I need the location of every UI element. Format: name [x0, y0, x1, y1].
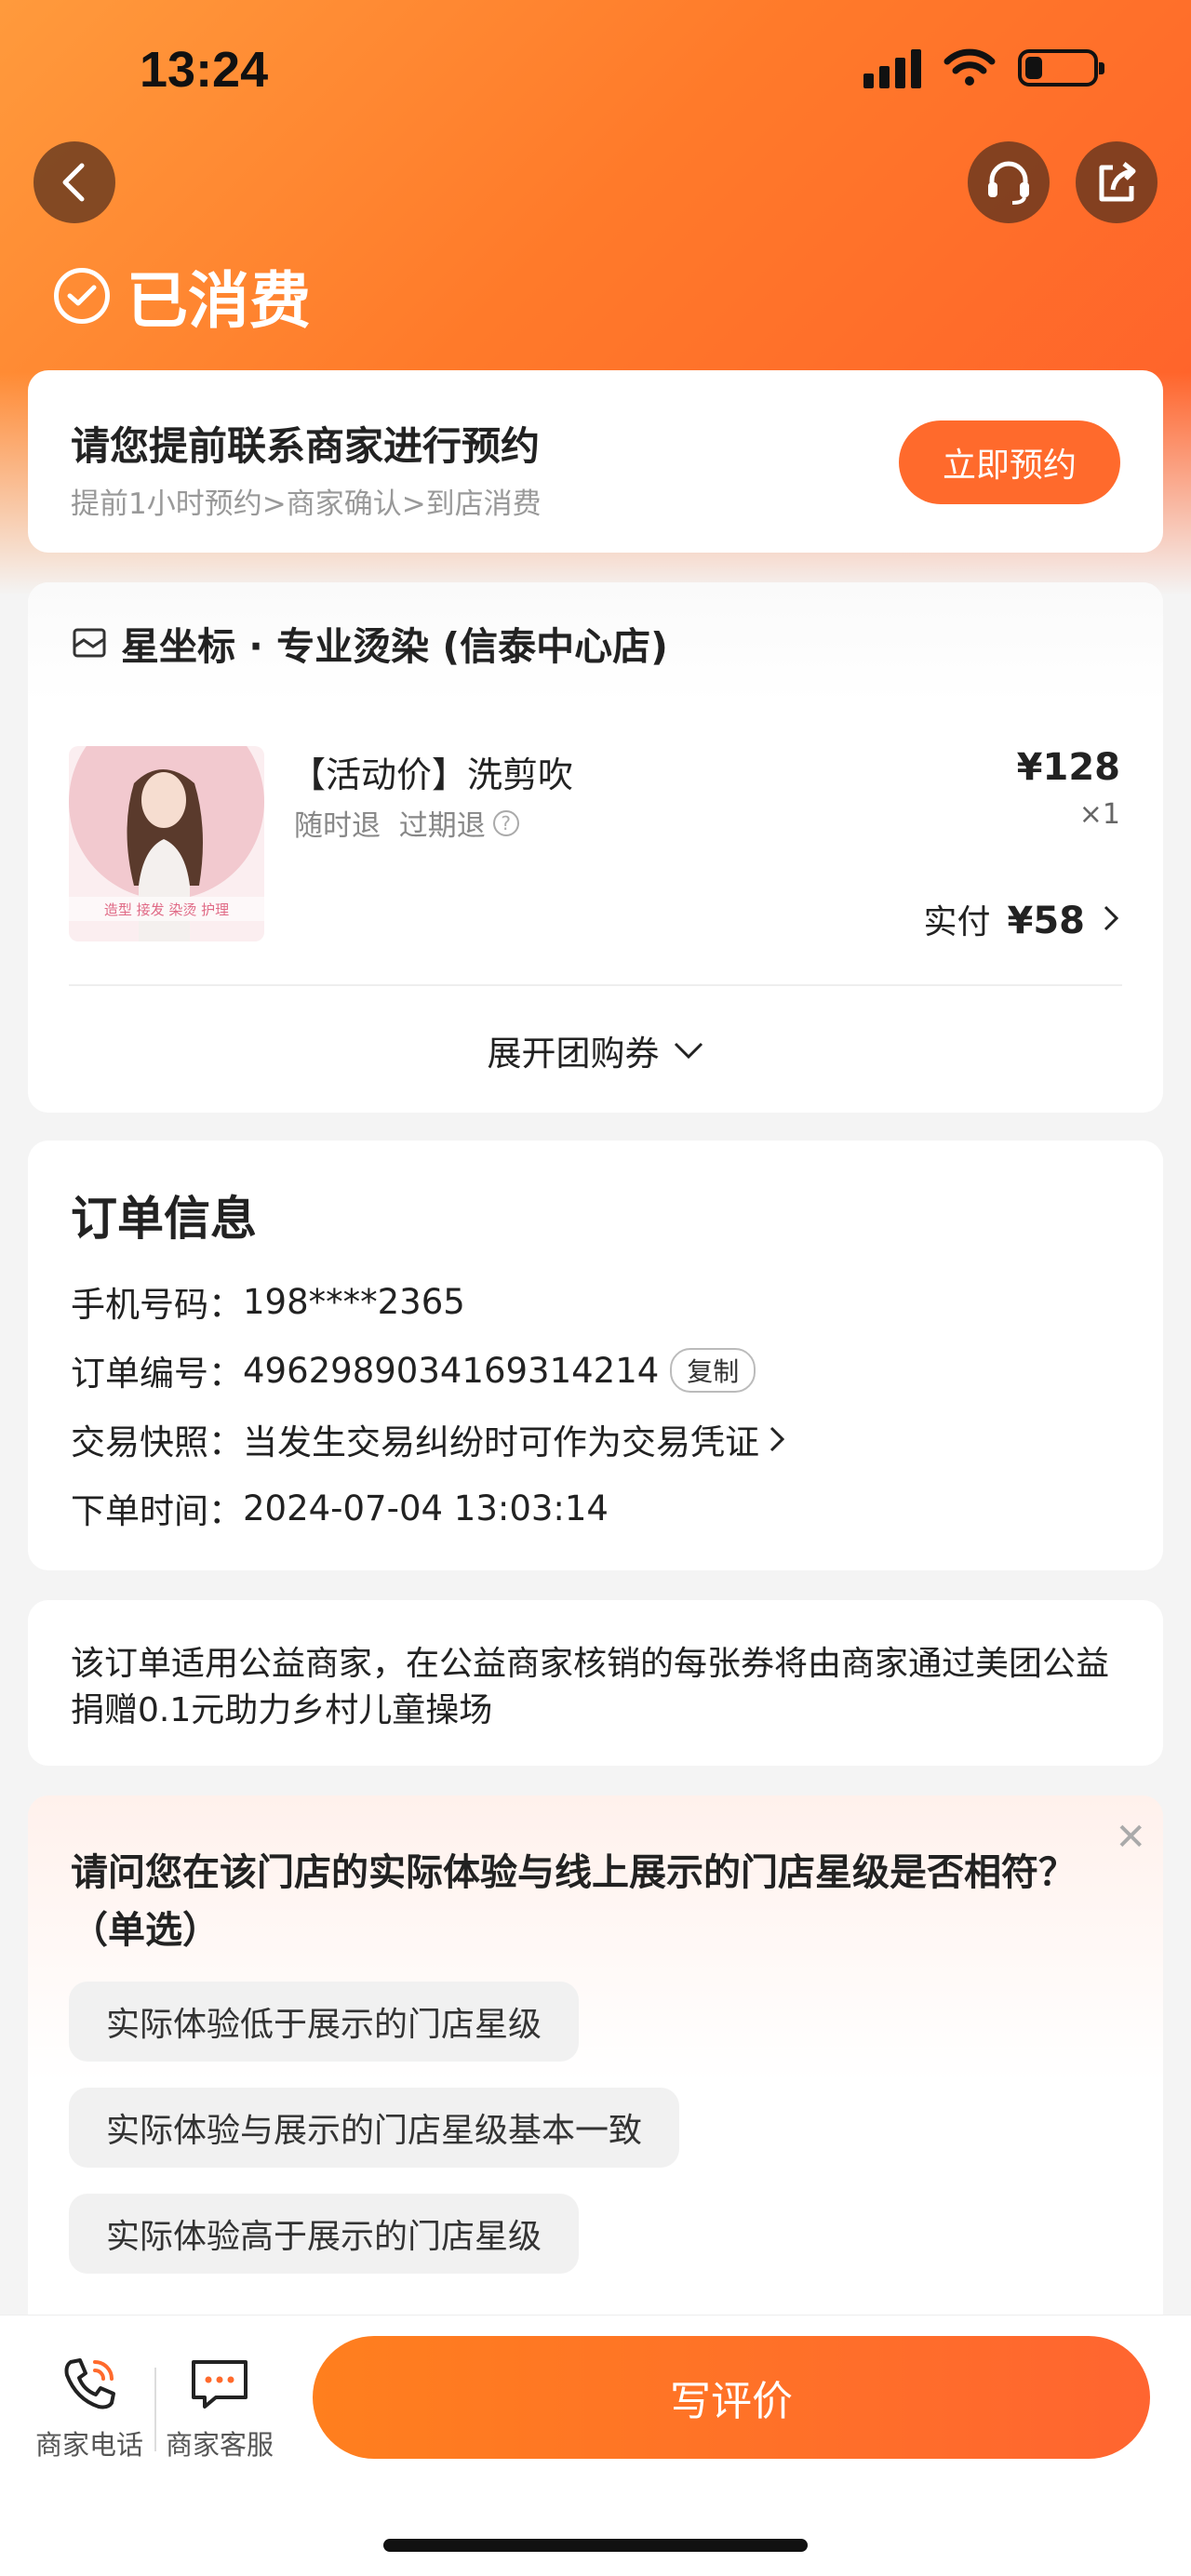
phone-value: 198****2365 — [243, 1281, 465, 1322]
expand-label: 展开团购券 — [487, 1034, 660, 1074]
cellular-signal-icon — [863, 47, 921, 88]
survey-question: 请问您在该门店的实际体验与线上展示的门店星级是否相符？（单选） — [71, 1851, 1076, 1952]
merchant-phone-label: 商家电话 — [34, 2429, 143, 2461]
order-time-row: 下单时间： 2024-07-04 13:03:14 — [71, 1483, 609, 1533]
booking-steps: 提前1小时预约>商家确认>到店消费 — [71, 487, 542, 521]
divider — [69, 984, 1122, 986]
chevron-down-icon — [674, 1042, 703, 1060]
order-time-value: 2024-07-04 13:03:14 — [243, 1488, 609, 1528]
order-number-value: 4962989034169314214 — [243, 1350, 660, 1391]
battery-icon — [1018, 49, 1104, 87]
store-icon — [73, 628, 106, 658]
refund-policy: 随时退 过期退 ? — [294, 802, 519, 844]
order-info-title: 订单信息 — [71, 1192, 257, 1246]
phone-icon — [64, 2358, 115, 2409]
survey-card: ✕ 请问您在该门店的实际体验与线上展示的门店星级是否相符？（单选） 实际体验低于… — [28, 1795, 1163, 2316]
product-image[interactable]: 造型 接发 染烫 护理 — [69, 746, 264, 941]
product-price: ¥128 — [1016, 746, 1120, 789]
booking-card: 请您提前联系商家进行预约 提前1小时预约>商家确认>到店消费 立即预约 — [28, 370, 1163, 553]
order-info-card: 订单信息 手机号码： 198****2365 订单编号： 49629890341… — [28, 1141, 1163, 1570]
merchant-phone-button[interactable]: 商家电话 — [24, 2353, 154, 2463]
merchant-chat-label: 商家客服 — [165, 2429, 274, 2461]
bottom-action-bar: 商家电话 商家客服 写评价 — [0, 2315, 1191, 2576]
book-now-button[interactable]: 立即预约 — [899, 420, 1120, 504]
chevron-right-icon — [769, 1426, 785, 1452]
paid-amount-row[interactable]: 实付 ¥58 — [923, 895, 1120, 943]
back-button[interactable] — [33, 141, 115, 223]
paid-label: 实付 — [923, 903, 991, 941]
paid-amount: ¥58 — [1007, 900, 1086, 942]
customer-service-button[interactable] — [968, 141, 1050, 223]
svg-text:造型 接发 染烫 护理: 造型 接发 染烫 护理 — [104, 901, 229, 918]
shop-card: 星坐标 · 专业烫染 (信泰中心店) 造型 接发 染烫 护理 【活动价】洗剪吹 … — [28, 582, 1163, 1113]
phone-label: 手机号码： — [71, 1285, 243, 1325]
phone-row: 手机号码： 198****2365 — [71, 1276, 465, 1327]
share-button[interactable] — [1076, 141, 1158, 223]
headset-icon — [988, 161, 1029, 205]
survey-option-higher[interactable]: 实际体验高于展示的门店星级 — [69, 2194, 580, 2274]
charity-notice: 该订单适用公益商家，在公益商家核销的每张券将由商家通过美团公益捐赠0.1元助力乡… — [28, 1600, 1163, 1766]
status-icons — [863, 45, 1104, 91]
shop-name: 星坐标 · 专业烫染 (信泰中心店) — [121, 624, 668, 669]
merchant-chat-button[interactable]: 商家客服 — [154, 2353, 285, 2463]
wifi-icon — [943, 48, 996, 86]
survey-option-consistent[interactable]: 实际体验与展示的门店星级基本一致 — [69, 2088, 680, 2168]
order-number-row: 订单编号： 4962989034169314214 复制 — [71, 1345, 756, 1395]
write-review-button[interactable]: 写评价 — [313, 2336, 1150, 2459]
product-quantity: ×1 — [1078, 798, 1120, 831]
share-icon — [1099, 162, 1136, 202]
snapshot-row[interactable]: 交易快照： 当发生交易纠纷时可作为交易凭证 — [71, 1414, 787, 1464]
page-title: 已消费 — [54, 251, 311, 340]
chevron-left-icon — [62, 163, 85, 202]
check-circle-icon — [54, 268, 110, 324]
order-status-text: 已消费 — [127, 265, 311, 337]
copy-button[interactable]: 复制 — [670, 1348, 756, 1393]
booking-title: 请您提前联系商家进行预约 — [71, 423, 541, 469]
shop-header[interactable]: 星坐标 · 专业烫染 (信泰中心店) — [28, 582, 1163, 703]
expand-vouchers-button[interactable]: 展开团购券 — [28, 1025, 1163, 1075]
help-icon[interactable]: ? — [492, 809, 519, 836]
snapshot-label: 交易快照： — [71, 1422, 243, 1462]
product-title: 【活动价】洗剪吹 — [290, 754, 574, 795]
survey-option-lower[interactable]: 实际体验低于展示的门店星级 — [69, 1982, 580, 2062]
refund-tags: 随时退 过期退 — [294, 809, 486, 843]
chat-icon — [192, 2360, 248, 2409]
order-number-label: 订单编号： — [71, 1354, 243, 1394]
order-time-label: 下单时间： — [71, 1491, 243, 1531]
home-indicator — [383, 2539, 808, 2552]
snapshot-text: 当发生交易纠纷时可作为交易凭证 — [243, 1422, 759, 1462]
chevron-right-icon — [1104, 905, 1119, 931]
product-photo: 造型 接发 染烫 护理 — [69, 746, 264, 941]
status-time: 13:24 — [140, 42, 269, 98]
